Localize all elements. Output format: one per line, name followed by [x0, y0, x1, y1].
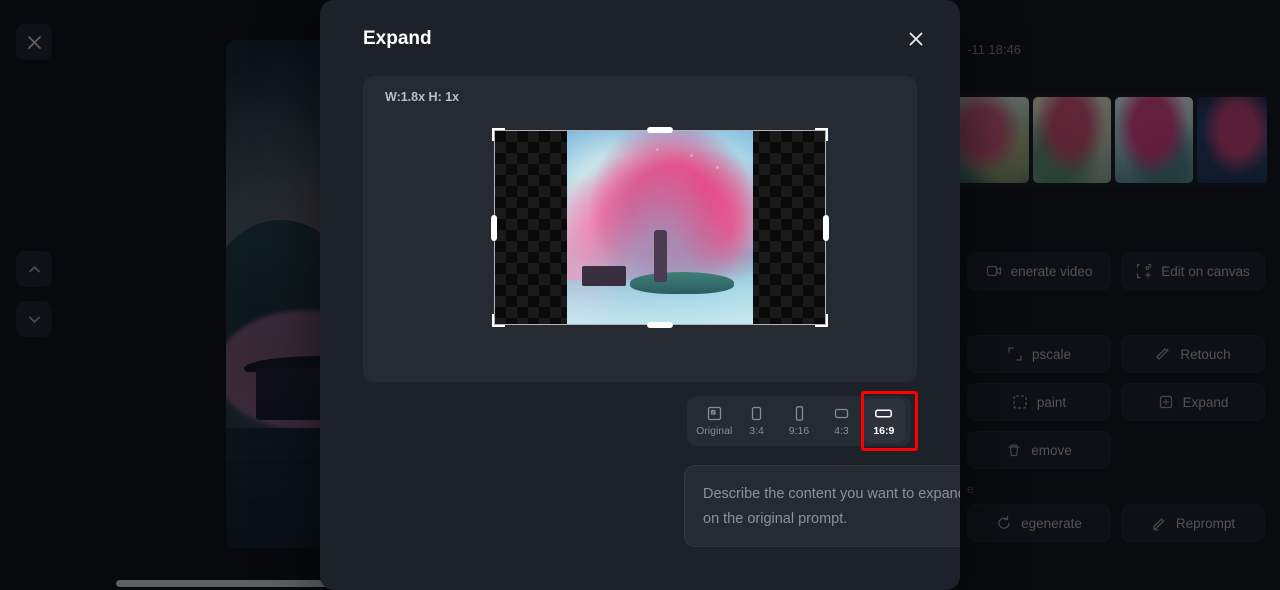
- modal-header: Expand: [320, 0, 960, 78]
- crop-handle-top-right[interactable]: [815, 128, 828, 141]
- expand-preview-panel: W:1.8x H: 1x: [363, 76, 917, 382]
- preview-pagoda: [581, 266, 626, 286]
- expand-prompt-input[interactable]: Describe the content you want to expand,…: [684, 465, 960, 547]
- ratio-option-original[interactable]: Original: [693, 399, 735, 443]
- crop-handle-bottom-right[interactable]: [815, 314, 828, 327]
- preview-petal: [715, 165, 719, 169]
- portrait-ratio-icon: [751, 406, 762, 421]
- ratio-label: 3:4: [749, 425, 764, 437]
- preview-island: [630, 272, 735, 294]
- ratio-label: 16:9: [873, 425, 895, 437]
- crop-handle-bottom-left[interactable]: [492, 314, 505, 327]
- ratio-option-9-16[interactable]: 9:16: [778, 399, 820, 443]
- app-root: -11 18:46 enerate video: [0, 0, 1280, 590]
- crop-handle-right[interactable]: [823, 214, 829, 241]
- expand-crop-frame[interactable]: [491, 127, 829, 328]
- crop-handle-top[interactable]: [647, 127, 673, 133]
- preview-tree-trunk: [654, 230, 667, 282]
- crop-handle-bottom[interactable]: [647, 322, 673, 328]
- landscape-ratio-icon: [834, 408, 849, 419]
- close-icon: [909, 32, 923, 46]
- original-image-preview: [567, 131, 753, 324]
- ratio-option-4-3[interactable]: 4:3: [820, 399, 862, 443]
- prompt-placeholder-text: Describe the content you want to expand,…: [703, 486, 960, 527]
- expand-modal: Expand W:1.8x H: 1x Original 3:4 9:16 4:…: [320, 0, 960, 590]
- original-ratio-icon: [707, 406, 721, 421]
- ratio-label: Original: [696, 425, 733, 437]
- ratio-label: 9:16: [788, 425, 810, 437]
- wide-ratio-icon: [875, 409, 893, 418]
- scale-label: W:1.8x H: 1x: [385, 90, 460, 104]
- ratio-label: 4:3: [834, 425, 849, 437]
- crop-handle-left[interactable]: [491, 214, 497, 241]
- tall-ratio-icon: [795, 406, 803, 421]
- preview-petal: [689, 154, 693, 158]
- ratio-option-3-4[interactable]: 3:4: [735, 399, 777, 443]
- aspect-ratio-selector: Original 3:4 9:16 4:3 16:9: [687, 396, 911, 446]
- preview-petal: [656, 148, 660, 152]
- preview-petal: [622, 158, 626, 162]
- ratio-option-16-9[interactable]: 16:9: [862, 399, 906, 443]
- crop-handle-top-left[interactable]: [492, 128, 505, 141]
- modal-close-button[interactable]: [900, 23, 932, 55]
- modal-title: Expand: [363, 28, 432, 49]
